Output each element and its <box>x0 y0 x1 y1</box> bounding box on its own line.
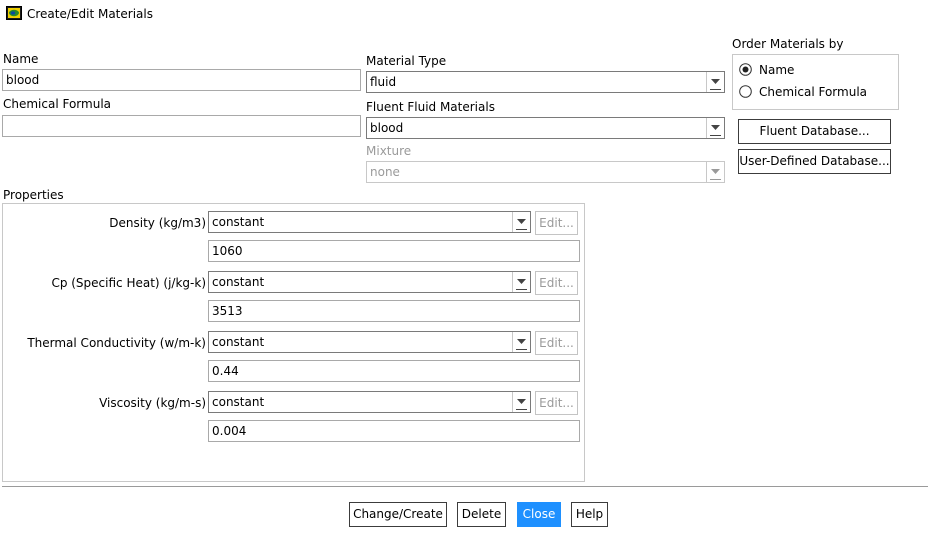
name-input[interactable]: blood <box>2 69 361 91</box>
fluent-fluid-materials-label: Fluent Fluid Materials <box>366 100 495 114</box>
fluent-fluid-materials-value: blood <box>370 121 404 135</box>
chevron-down-icon <box>512 392 530 412</box>
density-edit-button: Edit... <box>535 211 578 235</box>
material-type-label: Material Type <box>366 54 447 68</box>
chevron-down-icon <box>512 332 530 352</box>
thermal-conductivity-value-input[interactable]: 0.44 <box>208 360 580 382</box>
properties-label: Properties <box>3 188 64 202</box>
viscosity-value-input[interactable]: 0.004 <box>208 420 580 442</box>
mixture-dropdown: none <box>366 161 725 183</box>
footer-divider <box>2 486 928 487</box>
materials-app-icon <box>6 6 22 20</box>
cp-method-dropdown[interactable]: constant <box>208 271 531 293</box>
cp-edit-button: Edit... <box>535 271 578 295</box>
density-label: Density (kg/m3) <box>109 216 206 230</box>
order-by-chemical-formula-label: Chemical Formula <box>759 85 868 99</box>
chevron-down-icon <box>706 72 724 92</box>
viscosity-edit-button: Edit... <box>535 391 578 415</box>
name-label: Name <box>3 52 39 66</box>
density-method-value: constant <box>212 215 265 229</box>
viscosity-label: Viscosity (kg/m-s) <box>99 396 206 410</box>
help-button[interactable]: Help <box>571 502 608 527</box>
radio-selected-icon <box>739 63 752 76</box>
mixture-value: none <box>370 165 400 179</box>
close-button[interactable]: Close <box>517 502 561 527</box>
title-bar: Create/Edit Materials <box>0 0 928 28</box>
material-type-dropdown[interactable]: fluid <box>366 71 725 93</box>
chemical-formula-input[interactable] <box>2 115 361 137</box>
cp-method-value: constant <box>212 275 265 289</box>
order-by-chemical-formula-option[interactable]: Chemical Formula <box>739 84 889 100</box>
viscosity-method-value: constant <box>212 395 265 409</box>
cp-label: Cp (Specific Heat) (j/kg-k) <box>51 276 206 290</box>
order-by-name-label: Name <box>759 63 795 77</box>
chevron-down-icon <box>706 118 724 138</box>
chevron-down-icon <box>706 162 724 182</box>
fluent-database-button[interactable]: Fluent Database... <box>738 119 891 144</box>
window-title: Create/Edit Materials <box>27 7 153 21</box>
density-value-input[interactable]: 1060 <box>208 240 580 262</box>
fluent-fluid-materials-dropdown[interactable]: blood <box>366 117 725 139</box>
mixture-label: Mixture <box>366 144 412 158</box>
thermal-conductivity-edit-button: Edit... <box>535 331 578 355</box>
thermal-conductivity-label: Thermal Conductivity (w/m-k) <box>27 336 206 350</box>
chevron-down-icon <box>512 272 530 292</box>
thermal-conductivity-method-value: constant <box>212 335 265 349</box>
viscosity-method-dropdown[interactable]: constant <box>208 391 531 413</box>
order-by-name-option[interactable]: Name <box>739 62 889 78</box>
density-method-dropdown[interactable]: constant <box>208 211 531 233</box>
change-create-button[interactable]: Change/Create <box>349 502 447 527</box>
thermal-conductivity-method-dropdown[interactable]: constant <box>208 331 531 353</box>
order-materials-by-label: Order Materials by <box>732 37 844 51</box>
radio-unselected-icon <box>739 85 752 98</box>
cp-value-input[interactable]: 3513 <box>208 300 580 322</box>
chemical-formula-label: Chemical Formula <box>3 97 112 111</box>
chevron-down-icon <box>512 212 530 232</box>
user-defined-database-button[interactable]: User-Defined Database... <box>738 149 891 174</box>
order-materials-by-group: Name Chemical Formula <box>732 54 899 110</box>
delete-button[interactable]: Delete <box>457 502 506 527</box>
material-type-value: fluid <box>370 75 397 89</box>
